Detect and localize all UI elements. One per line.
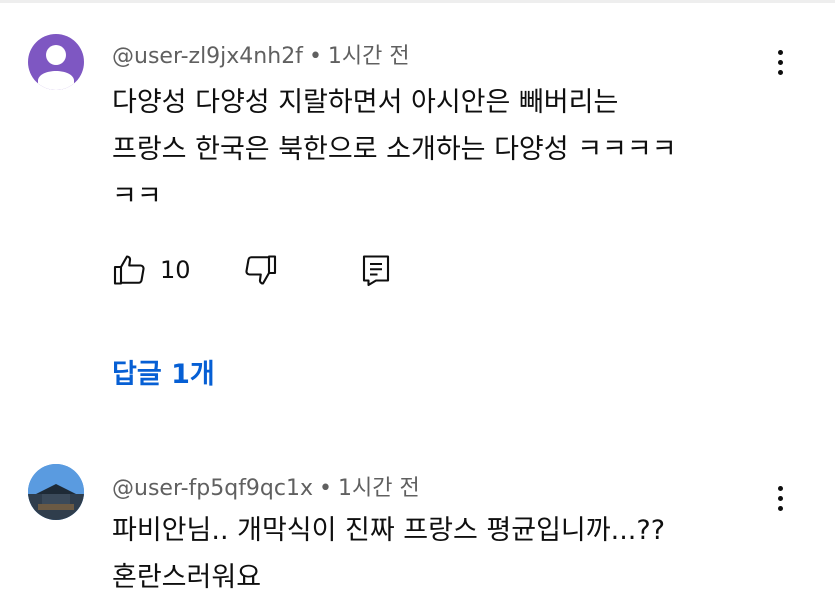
comment-body-line: 다양성 다양성 지랄하면서 아시안은 빼버리는 <box>112 87 619 118</box>
comment-author[interactable]: @user-zl9jx4nh2f <box>112 44 303 69</box>
comment-body-line: 혼란스러워요 <box>112 562 262 593</box>
more-vert-icon-dot <box>777 59 783 65</box>
comment-timestamp: 1시간 전 <box>327 44 410 69</box>
comment-menu-button[interactable] <box>766 40 794 84</box>
comment-actions: 10 <box>112 252 512 292</box>
reply-button[interactable] <box>358 252 394 292</box>
comment-thread: @user-fp5qf9qc1x • 1시간 전 파비안님.. 개막식이 진짜 프랑… <box>0 462 835 600</box>
thumbs-up-icon <box>113 255 145 285</box>
comment-meta: @user-zl9jx4nh2f • 1시간 전 <box>112 38 410 70</box>
comment-author[interactable]: @user-fp5qf9qc1x <box>112 476 313 501</box>
meta-separator: • <box>308 44 322 69</box>
meta-separator: • <box>319 476 332 501</box>
dislike-button[interactable] <box>242 252 278 292</box>
more-vert-icon-dot <box>777 69 783 75</box>
reply-icon <box>362 255 390 287</box>
more-vert-icon-dot <box>777 495 783 501</box>
comment-body-line: ㅋㅋ <box>112 181 162 212</box>
thumbs-down-icon <box>245 255 277 285</box>
comment-body: 파비안님.. 개막식이 진짜 프랑스 평균입니까...?? 혼란스러워요 <box>112 507 792 601</box>
avatar[interactable] <box>28 464 84 520</box>
avatar-image <box>28 464 84 520</box>
comment-meta: @user-fp5qf9qc1x • 1시간 전 <box>112 470 420 502</box>
more-vert-icon <box>777 485 783 491</box>
like-button[interactable]: 10 <box>112 252 191 288</box>
like-count: 10 <box>160 256 191 284</box>
comment-thread: @user-zl9jx4nh2f • 1시간 전 다양성 다양성 지랄하면서 아시안… <box>0 30 835 390</box>
more-vert-icon <box>777 49 783 55</box>
comment-body: 다양성 다양성 지랄하면서 아시안은 빼버리는 프랑스 한국은 북한으로 소개하… <box>112 79 792 220</box>
comment-body-line: 파비안님.. 개막식이 진짜 프랑스 평균입니까...?? <box>112 515 666 546</box>
avatar[interactable] <box>28 34 84 90</box>
comment-timestamp: 1시간 전 <box>338 476 420 501</box>
comment-body-line: 프랑스 한국은 북한으로 소개하는 다양성 ㅋㅋㅋㅋ <box>112 134 677 165</box>
top-divider <box>0 0 835 3</box>
person-icon <box>38 45 74 90</box>
view-replies-link[interactable]: 답글 1개 <box>112 352 215 391</box>
